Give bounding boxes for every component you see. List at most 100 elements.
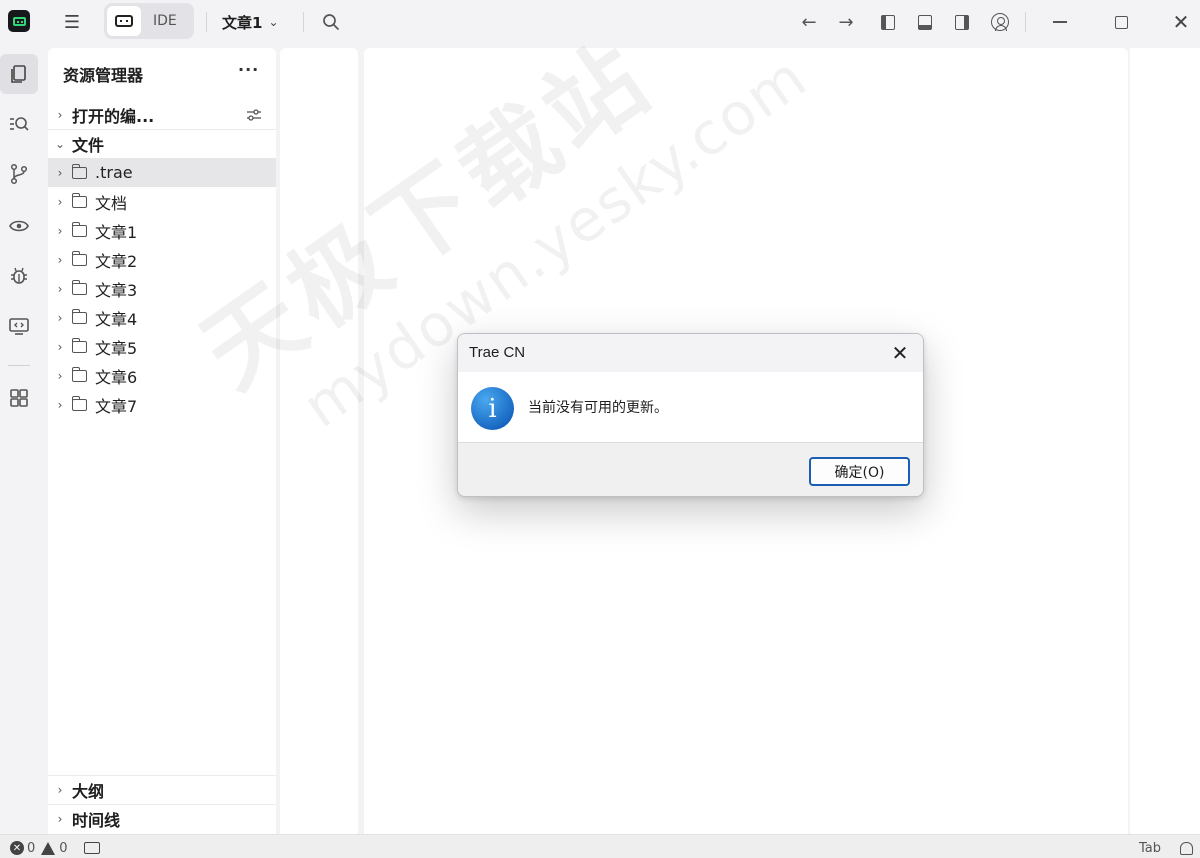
tree-item-label: 文章1 (95, 222, 138, 242)
more-actions-icon[interactable]: ··· (238, 60, 259, 79)
terminal-icon (84, 842, 100, 854)
git-branch-icon (10, 163, 28, 185)
open-editors-label: 打开的编... (72, 107, 155, 126)
chevron-right-icon: › (57, 783, 63, 797)
divider (8, 365, 30, 366)
tree-item-label: .trae (95, 163, 133, 182)
window-close-button[interactable]: ✕ (1167, 8, 1195, 36)
account-icon (991, 13, 1009, 31)
ok-button[interactable]: 确定(O) (809, 457, 910, 486)
outline-section[interactable]: › 大纲 (48, 776, 276, 804)
preview-activity-button[interactable] (0, 206, 38, 246)
side-pane (1130, 48, 1200, 834)
folder-icon (71, 308, 87, 324)
update-dialog: Trae CN ✕ i 当前没有可用的更新。 确定(O) (457, 333, 924, 497)
toggle-panel-button[interactable] (911, 8, 939, 36)
search-activity-button[interactable] (0, 104, 38, 144)
terminal-button[interactable] (84, 840, 100, 856)
tree-item[interactable]: › 文章7 (48, 390, 276, 419)
ide-mode-icon (107, 6, 141, 36)
tree-item[interactable]: › 文章2 (48, 245, 276, 274)
open-editors-section[interactable]: › 打开的编... (48, 101, 276, 129)
timeline-section[interactable]: › 时间线 (48, 805, 276, 833)
search-list-icon (10, 117, 29, 131)
chevron-right-icon: › (57, 812, 63, 826)
dialog-title: Trae CN (469, 344, 526, 361)
tree-item[interactable]: › 文章5 (48, 332, 276, 361)
bell-icon (1180, 841, 1193, 855)
divider (206, 12, 207, 32)
project-selector[interactable]: 文章1 ⌄ (222, 8, 279, 36)
tree-item[interactable]: › 文章6 (48, 361, 276, 390)
back-arrow-icon[interactable]: ← (795, 8, 823, 36)
chevron-right-icon: › (57, 281, 63, 296)
menu-icon[interactable]: ☰ (58, 8, 86, 36)
minimize-icon (1053, 21, 1067, 23)
divider (303, 12, 304, 32)
tree-item[interactable]: › 文章3 (48, 274, 276, 303)
chevron-down-icon: ⌄ (268, 15, 279, 29)
error-icon: ✕ (10, 841, 24, 855)
folder-icon (71, 337, 87, 353)
folder-icon (71, 163, 87, 179)
info-icon: i (471, 387, 514, 430)
debug-activity-button[interactable] (0, 256, 38, 296)
explorer-activity-button[interactable] (0, 54, 38, 94)
dialog-close-button[interactable]: ✕ (887, 340, 913, 366)
divider (1025, 12, 1026, 32)
toggle-secondary-sidebar-button[interactable] (948, 8, 976, 36)
close-icon: ✕ (1172, 10, 1190, 34)
notifications-button[interactable] (1180, 840, 1193, 856)
ide-mode-switch[interactable]: IDE (104, 3, 194, 39)
folder-icon (71, 279, 87, 295)
close-icon: ✕ (891, 341, 909, 365)
chevron-right-icon: › (57, 368, 63, 383)
toggle-primary-sidebar-button[interactable] (874, 8, 902, 36)
minimize-button[interactable] (1046, 8, 1074, 36)
chevron-right-icon: › (57, 165, 63, 180)
tree-item-label: 文章6 (95, 367, 138, 387)
dialog-body: i 当前没有可用的更新。 (458, 372, 923, 442)
forward-arrow-icon[interactable]: → (832, 8, 860, 36)
maximize-button[interactable] (1107, 8, 1135, 36)
search-icon (323, 14, 339, 30)
chevron-right-icon: › (57, 397, 63, 412)
tree-item[interactable]: › 文档 (48, 187, 276, 216)
warning-icon (41, 841, 56, 855)
outline-label: 大纲 (72, 782, 105, 801)
tab-indicator[interactable]: Tab (1139, 840, 1161, 856)
account-button[interactable] (986, 8, 1014, 36)
extensions-activity-button[interactable] (0, 378, 38, 418)
filter-settings-icon[interactable] (246, 107, 262, 123)
bug-icon (11, 267, 27, 284)
remote-screen-icon (9, 318, 29, 335)
chevron-right-icon: › (57, 252, 63, 267)
explorer-panel: 资源管理器 ··· › 打开的编... ⌄ 文件 › .trae › 文档 › 文章1… (48, 48, 276, 834)
folder-icon (71, 192, 87, 208)
grid-icon (10, 389, 28, 407)
layout-left-icon (881, 14, 895, 30)
tree-item-label: 文章2 (95, 251, 138, 271)
source-control-activity-button[interactable] (0, 154, 38, 194)
ide-mode-label: IDE (153, 13, 177, 29)
eye-icon (9, 220, 29, 232)
folder-icon (71, 366, 87, 382)
folder-icon (71, 395, 87, 411)
files-icon (11, 65, 26, 83)
problems-indicator[interactable]: ✕ 0 0 (10, 840, 68, 856)
tree-item[interactable]: › 文章1 (48, 216, 276, 245)
project-name: 文章1 (222, 13, 263, 32)
tree-item[interactable]: › .trae (48, 158, 276, 187)
tree-item-label: 文章7 (95, 396, 138, 416)
chevron-right-icon: › (57, 223, 63, 238)
search-button[interactable] (318, 8, 344, 36)
tree-item[interactable]: › 文章4 (48, 303, 276, 332)
tree-item-label: 文章5 (95, 338, 138, 358)
folder-icon (71, 250, 87, 266)
tree-item-label: 文章3 (95, 280, 138, 300)
chevron-down-icon: ⌄ (54, 137, 66, 151)
chevron-right-icon: › (57, 108, 63, 122)
remote-activity-button[interactable] (0, 306, 38, 346)
files-section[interactable]: ⌄ 文件 (48, 130, 276, 158)
dialog-footer: 确定(O) (458, 442, 923, 496)
